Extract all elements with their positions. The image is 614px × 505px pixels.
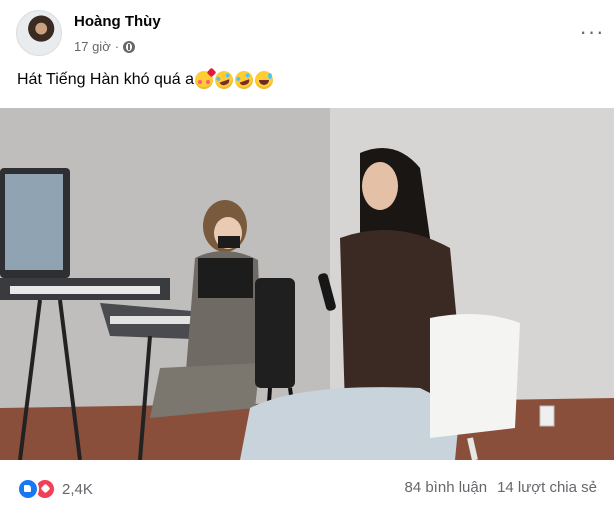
post-header: Hoàng Thùy 17 giờ · ··· <box>16 10 606 60</box>
post-caption: Hát Tiếng Hàn khó quá a <box>17 68 274 92</box>
reaction-count[interactable]: 2,4K <box>62 481 93 498</box>
reaction-summary[interactable]: 2,4K <box>17 478 93 500</box>
caption-text: Hát Tiếng Hàn khó quá a <box>17 71 195 89</box>
author-name[interactable]: Hoàng Thùy <box>74 13 161 30</box>
share-count[interactable]: 14 lượt chia sẻ <box>497 479 597 496</box>
engagement-stats: 84 bình luận 14 lượt chia sẻ <box>404 479 597 496</box>
post-time[interactable]: 17 giờ <box>74 39 111 54</box>
comment-count[interactable]: 84 bình luận <box>404 479 487 496</box>
separator: · <box>114 39 120 54</box>
rofl-icon <box>232 68 256 92</box>
video-thumbnail <box>0 108 614 460</box>
video-player[interactable] <box>0 108 614 460</box>
grinning-sweat-icon <box>255 71 274 89</box>
more-options-button[interactable]: ··· <box>578 20 606 44</box>
more-dots-icon: ··· <box>579 19 605 44</box>
caption-emojis <box>195 68 274 92</box>
avatar[interactable] <box>16 10 62 56</box>
like-reaction-icon <box>17 478 39 500</box>
smiling-face-with-hearts-icon <box>195 71 214 89</box>
post-meta: 17 giờ · <box>74 39 136 54</box>
post-footer: 2,4K 84 bình luận 14 lượt chia sẻ <box>0 465 614 505</box>
globe-icon[interactable] <box>123 40 136 53</box>
